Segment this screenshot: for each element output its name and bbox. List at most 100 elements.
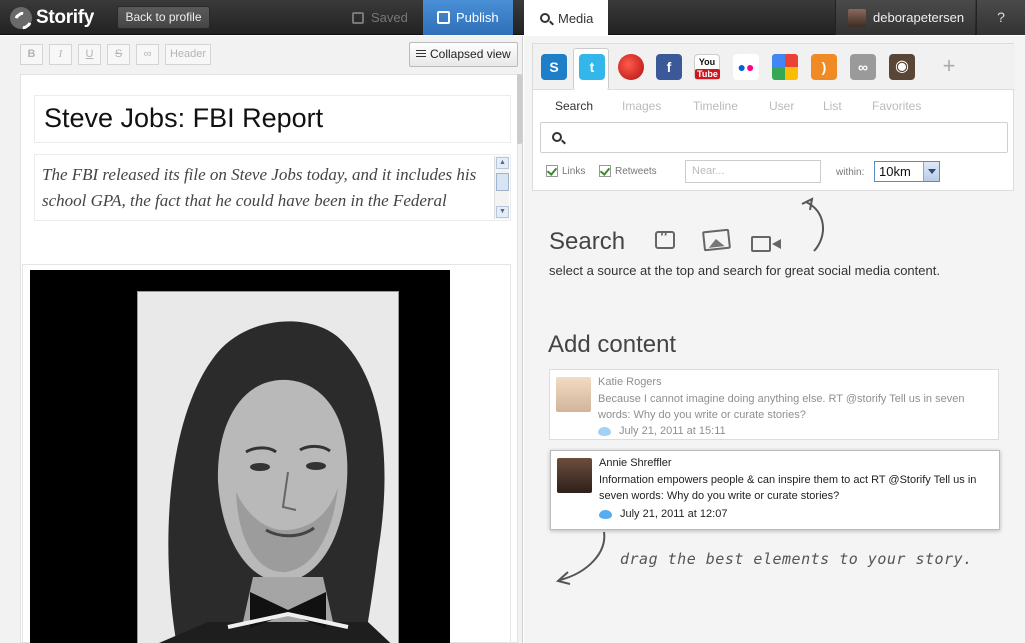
search-subtabs: Search Images Timeline User List Favorit… bbox=[533, 99, 1015, 119]
story-image-element[interactable] bbox=[22, 264, 511, 643]
within-value: 10km bbox=[879, 164, 911, 179]
link-icon: ∞ bbox=[850, 54, 876, 80]
checkbox-checked-icon bbox=[599, 165, 611, 177]
search-icon bbox=[540, 13, 550, 23]
description-scrollbar[interactable]: ▲ ▼ bbox=[494, 156, 509, 219]
media-search-box: S t f You Tube ●●) ∞ ◉ + Search Images … bbox=[532, 43, 1015, 191]
header-button[interactable]: Header bbox=[165, 44, 211, 65]
twitter-icon: t bbox=[579, 54, 605, 80]
rss-icon: ) bbox=[811, 54, 837, 80]
help-button[interactable]: ? bbox=[976, 0, 1025, 35]
story-editor-pane: B I U S ∞ Header Collapsed view Steve Jo… bbox=[0, 36, 523, 643]
scroll-down-arrow-icon[interactable]: ▼ bbox=[496, 206, 509, 218]
tweet-card[interactable]: Katie Rogers Because I cannot imagine do… bbox=[549, 369, 999, 440]
retweets-checkbox[interactable]: Retweets bbox=[599, 165, 657, 177]
source-bar: S t f You Tube ●●) ∞ ◉ + bbox=[533, 44, 1015, 90]
media-tab[interactable]: Media bbox=[524, 0, 608, 36]
source-facebook[interactable]: f bbox=[651, 49, 687, 85]
strikethrough-button[interactable]: S bbox=[107, 44, 130, 65]
source-rss[interactable]: ) bbox=[806, 49, 842, 85]
source-link[interactable]: ∞ bbox=[845, 49, 881, 85]
search-heading: Search bbox=[549, 228, 626, 255]
subtab-list[interactable]: List bbox=[823, 99, 842, 113]
tweet-meta: July 21, 2011 at 15:11 bbox=[598, 425, 726, 437]
source-storify[interactable]: S bbox=[536, 49, 572, 85]
editor-scrollbar[interactable] bbox=[517, 74, 522, 144]
subtab-timeline[interactable]: Timeline bbox=[693, 99, 738, 113]
subtab-images[interactable]: Images bbox=[622, 99, 661, 113]
hint-arrow-up-icon bbox=[801, 197, 825, 252]
youtube-icon: You Tube bbox=[694, 54, 720, 80]
tweet-meta: July 21, 2011 at 12:07 bbox=[599, 508, 727, 520]
publish-icon bbox=[437, 11, 450, 24]
web-icon bbox=[618, 54, 644, 80]
source-youtube[interactable]: You Tube bbox=[689, 49, 725, 85]
story-description-input[interactable]: The FBI released its file on Steve Jobs … bbox=[34, 154, 511, 221]
source-instagram[interactable]: ◉ bbox=[884, 49, 920, 85]
source-google[interactable] bbox=[767, 49, 803, 85]
add-content-heading: Add content bbox=[548, 331, 677, 358]
tweet-card[interactable]: Annie Shreffler Information empowers peo… bbox=[550, 450, 1000, 530]
source-web[interactable] bbox=[613, 49, 649, 85]
tweet-time: July 21, 2011 at 12:07 bbox=[620, 508, 728, 520]
media-panel: S t f You Tube ●●) ∞ ◉ + Search Images … bbox=[524, 36, 1025, 643]
link-button[interactable]: ∞ bbox=[136, 44, 159, 65]
facebook-icon: f bbox=[656, 54, 682, 80]
link-icon: ∞ bbox=[143, 48, 152, 60]
subtab-user[interactable]: User bbox=[769, 99, 794, 113]
subtab-favorites[interactable]: Favorites bbox=[872, 99, 921, 113]
twitter-bird-icon bbox=[599, 509, 612, 519]
twitter-bird-icon bbox=[598, 426, 611, 436]
scroll-up-arrow-icon[interactable]: ▲ bbox=[496, 157, 509, 169]
storify-logo-icon bbox=[10, 7, 32, 29]
scroll-thumb[interactable] bbox=[496, 173, 509, 191]
near-location-input[interactable]: Near... bbox=[685, 160, 821, 183]
source-twitter[interactable]: t bbox=[573, 48, 609, 90]
instagram-icon: ◉ bbox=[889, 54, 915, 80]
storify-editor: Storify Back to profile Saved Publish Me… bbox=[0, 0, 1025, 643]
saved-label: Saved bbox=[371, 10, 408, 25]
collapsed-view-button[interactable]: Collapsed view bbox=[409, 42, 518, 67]
saved-icon bbox=[352, 11, 364, 24]
storify-logo[interactable]: Storify bbox=[10, 6, 94, 30]
drag-hint-text: drag the best elements to your story. bbox=[620, 550, 973, 568]
links-label: Links bbox=[562, 165, 586, 177]
google-icon bbox=[772, 54, 798, 80]
bold-button[interactable]: B bbox=[20, 44, 43, 65]
tweet-time: July 21, 2011 at 15:11 bbox=[619, 425, 726, 437]
story-canvas: Steve Jobs: FBI Report The FBI released … bbox=[20, 74, 518, 643]
image-icon bbox=[702, 228, 731, 252]
subtab-search[interactable]: Search bbox=[555, 99, 593, 113]
media-tab-label: Media bbox=[558, 10, 594, 26]
search-help-text: select a source at the top and search fo… bbox=[549, 263, 940, 278]
image-backdrop bbox=[30, 270, 450, 643]
storify-icon: S bbox=[541, 54, 567, 80]
format-toolbar: B I U S ∞ Header Collapsed view bbox=[0, 36, 523, 72]
tweet-author: Annie Shreffler bbox=[599, 457, 672, 469]
search-icon bbox=[552, 132, 562, 142]
tweet-author: Katie Rogers bbox=[598, 376, 662, 388]
story-description-text: The FBI released its file on Steve Jobs … bbox=[42, 165, 477, 220]
tweet-text: Because I cannot imagine doing anything … bbox=[598, 393, 965, 421]
top-bar: Storify Back to profile Saved Publish Me… bbox=[0, 0, 1025, 36]
tweet-text: Information empowers people & can inspir… bbox=[599, 474, 977, 502]
underline-button[interactable]: U bbox=[78, 44, 101, 65]
quote-icon bbox=[655, 228, 675, 250]
media-search-input[interactable] bbox=[571, 128, 1001, 148]
media-search-field[interactable] bbox=[540, 122, 1008, 153]
back-to-profile-button[interactable]: Back to profile bbox=[117, 6, 210, 29]
source-flickr[interactable]: ●● bbox=[728, 49, 764, 85]
within-radius-select[interactable]: 10km bbox=[874, 161, 940, 182]
within-label: within: bbox=[836, 167, 865, 178]
hint-arrow-down-icon bbox=[555, 531, 606, 585]
video-icon bbox=[751, 236, 781, 252]
story-title-input[interactable]: Steve Jobs: FBI Report bbox=[34, 95, 511, 143]
checkbox-checked-icon bbox=[546, 165, 558, 177]
user-menu[interactable]: deborapetersen bbox=[835, 0, 975, 35]
italic-button[interactable]: I bbox=[49, 44, 72, 65]
links-checkbox[interactable]: Links bbox=[546, 165, 585, 177]
username: deborapetersen bbox=[873, 10, 965, 25]
publish-button[interactable]: Publish bbox=[423, 0, 513, 35]
add-source-icon[interactable]: + bbox=[937, 54, 961, 78]
logo-text: Storify bbox=[36, 7, 95, 28]
